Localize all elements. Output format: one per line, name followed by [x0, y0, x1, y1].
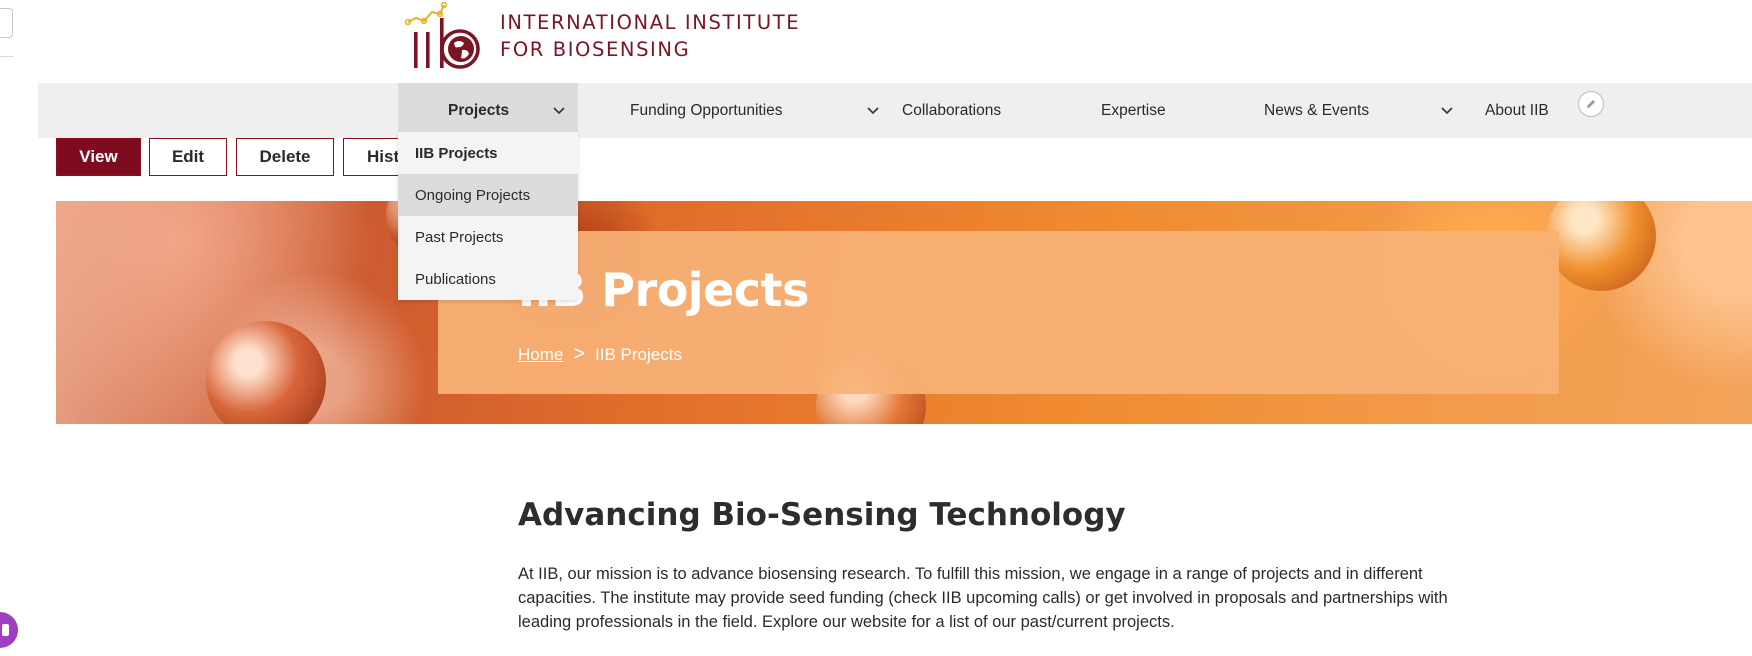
projects-dropdown-menu: IIB Projects Ongoing Projects Past Proje…	[398, 132, 578, 300]
iib-logo-icon	[404, 2, 480, 69]
delete-button[interactable]: Delete	[236, 138, 334, 176]
chat-widget-button[interactable]	[0, 612, 18, 648]
dropdown-item-ongoing-projects[interactable]: Ongoing Projects	[398, 174, 578, 216]
nav-item-about[interactable]: About IIB	[1485, 83, 1549, 138]
breadcrumb-home-link[interactable]: Home	[518, 345, 563, 365]
nav-label-projects: Projects	[448, 101, 510, 119]
molecule-bubble	[1546, 201, 1656, 291]
nav-item-collaborations[interactable]: Collaborations	[902, 83, 1001, 138]
nav-item-news-events[interactable]: News & Events	[1264, 83, 1464, 138]
breadcrumb-separator: >	[573, 343, 586, 365]
molecule-bubble	[206, 321, 326, 424]
history-label: Hist	[367, 147, 400, 166]
logo-text: INTERNATIONAL INSTITUTE FOR BIOSENSING	[500, 9, 800, 63]
site-logo[interactable]: INTERNATIONAL INSTITUTE FOR BIOSENSING	[404, 0, 800, 72]
intro-paragraph: At IIB, our mission is to advance biosen…	[518, 565, 1448, 631]
breadcrumb: Home > IIB Projects	[518, 343, 682, 366]
logo-line-1: INTERNATIONAL INSTITUTE	[500, 11, 801, 34]
view-button[interactable]: View	[56, 138, 141, 176]
logo-line-2: FOR BIOSENSING	[500, 38, 691, 61]
nav-item-projects[interactable]: Projects	[398, 83, 578, 138]
hero-banner: IIB Projects Home > IIB Projects	[56, 201, 1752, 424]
dropdown-item-iib-projects[interactable]: IIB Projects	[398, 132, 578, 174]
edit-button[interactable]: Edit	[149, 138, 227, 176]
hero-panel: IIB Projects Home > IIB Projects	[438, 231, 1559, 394]
page: INTERNATIONAL INSTITUTE FOR BIOSENSING P…	[0, 0, 1752, 656]
pencil-icon	[1587, 100, 1595, 108]
main-navigation: Projects Funding Opportunities Collabora…	[38, 83, 1752, 138]
edit-nav-button[interactable]	[1578, 91, 1604, 117]
nav-item-expertise[interactable]: Expertise	[1101, 83, 1166, 138]
nav-label-news-events: News & Events	[1264, 101, 1370, 119]
side-divider	[0, 56, 14, 57]
nav-label-about: About IIB	[1485, 101, 1549, 119]
nav-label-funding: Funding Opportunities	[630, 101, 783, 119]
dropdown-item-publications[interactable]: Publications	[398, 258, 578, 300]
section-heading: Advancing Bio-Sensing Technology	[518, 497, 1126, 533]
breadcrumb-current: IIB Projects	[595, 344, 682, 364]
nav-label-expertise: Expertise	[1101, 101, 1166, 119]
side-panel-tab[interactable]	[0, 8, 13, 38]
nav-label-collaborations: Collaborations	[902, 101, 1002, 119]
chevron-down-icon[interactable]	[552, 103, 566, 117]
chevron-down-icon[interactable]	[1440, 103, 1454, 117]
dropdown-item-past-projects[interactable]: Past Projects	[398, 216, 578, 258]
nav-item-funding[interactable]: Funding Opportunities	[630, 83, 890, 138]
chevron-down-icon[interactable]	[866, 103, 880, 117]
